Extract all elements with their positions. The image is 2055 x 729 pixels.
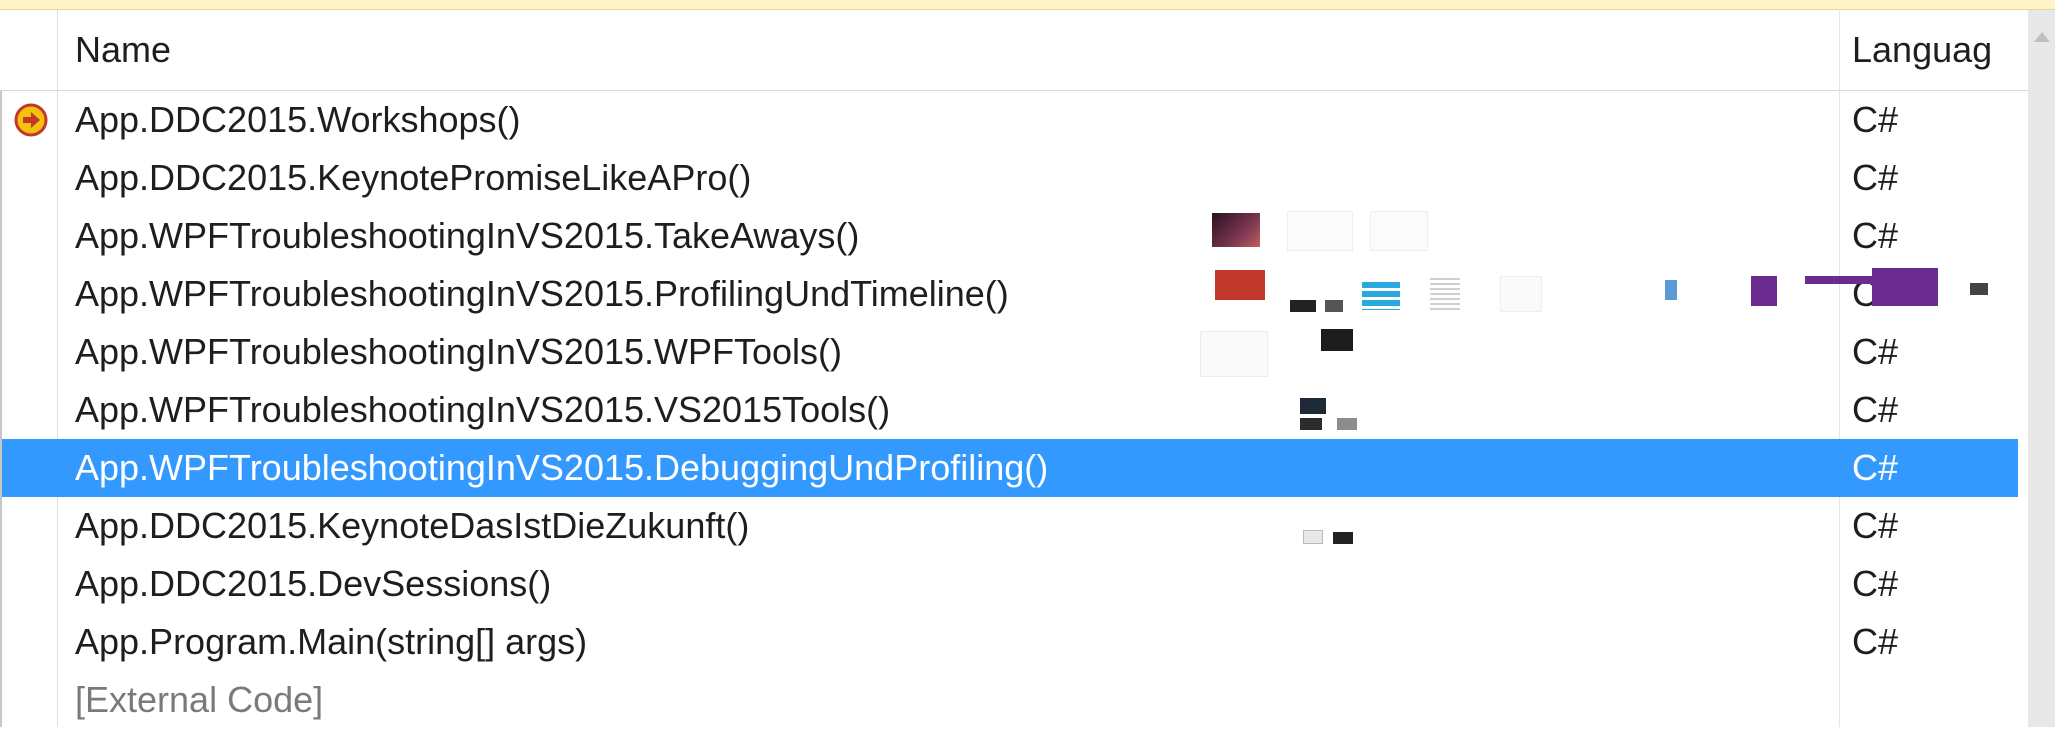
slide-thumbnail [1362,282,1400,310]
frame-language: C# [1852,447,1899,488]
frame-language: C# [1852,99,1899,140]
frame-name: App.WPFTroubleshootingInVS2015.VS2015Too… [75,389,891,430]
frame-language: C# [1852,331,1899,372]
slide-thumbnail [1751,276,1777,306]
call-stack-row-selected[interactable]: App.WPFTroubleshootingInVS2015.Debugging… [2,439,2018,497]
call-stack-row[interactable]: App.WPFTroubleshootingInVS2015.WPFTools(… [2,323,2018,381]
current-frame-arrow-icon [14,103,48,137]
call-stack-row-external[interactable]: [External Code] [2,671,2018,729]
call-stack-row[interactable]: App.DDC2015.KeynotePromiseLikeAPro() C# [2,149,2018,207]
frame-name: App.WPFTroubleshootingInVS2015.Profiling… [75,273,1009,314]
frame-name: App.Program.Main(string[] args) [75,621,588,662]
slide-thumbnail [1321,329,1353,351]
frame-name: [External Code] [75,679,324,720]
slide-thumbnail [1303,530,1323,544]
call-stack-row[interactable]: App.WPFTroubleshootingInVS2015.VS2015Too… [2,381,2018,439]
frame-name: App.WPFTroubleshootingInVS2015.WPFTools(… [75,331,843,372]
slide-thumbnail [1500,276,1542,312]
frame-name: App.DDC2015.KeynotePromiseLikeAPro() [75,157,752,198]
frame-language: C# [1852,215,1899,256]
slide-thumbnail [1970,283,1988,295]
slide-thumbnail [1325,300,1343,312]
slide-thumbnail [1200,331,1268,377]
slide-thumbnail [1337,418,1357,430]
slide-thumbnail [1872,268,1938,306]
slide-thumbnail [1300,418,1322,430]
frame-language: C# [1852,563,1899,604]
call-stack-row[interactable]: App.WPFTroubleshootingInVS2015.Profiling… [2,265,2018,323]
frame-name: App.WPFTroubleshootingInVS2015.Debugging… [75,447,1049,488]
call-stack-row[interactable]: App.DDC2015.KeynoteDasIstDieZukunft() C# [2,497,2018,555]
slide-thumbnail [1665,280,1677,300]
slide-thumbnail [1290,300,1316,312]
column-header-name[interactable]: Name [75,10,1825,90]
slide-thumbnail [1805,276,1875,284]
slide-thumbnail [1287,211,1353,251]
frame-language: C# [1852,621,1899,662]
column-header-language[interactable]: Languag [1852,10,2028,90]
column-header: Name Languag [0,10,2028,91]
call-stack-row[interactable]: App.DDC2015.DevSessions() C# [2,555,2018,613]
frame-name: App.DDC2015.Workshops() [75,99,521,140]
slide-thumbnail [1430,278,1460,312]
call-stack-row[interactable]: App.Program.Main(string[] args) C# [2,613,2018,671]
vertical-scrollbar[interactable] [2028,10,2055,727]
frame-name: App.WPFTroubleshootingInVS2015.TakeAways… [75,215,860,256]
info-bar-strip [0,0,2055,10]
slide-thumbnail [1370,211,1428,251]
call-stack-row[interactable]: App.DDC2015.Workshops() C# [2,91,2018,149]
slide-thumbnail [1300,398,1326,414]
scroll-up-arrow-icon[interactable] [2034,32,2050,42]
frame-language: C# [1852,157,1899,198]
slide-thumbnail [1212,213,1260,247]
slide-thumbnail [1215,270,1265,300]
frame-name: App.DDC2015.DevSessions() [75,563,552,604]
frame-language: C# [1852,505,1899,546]
frame-language: C# [1852,389,1899,430]
slide-thumbnail [1333,532,1353,544]
call-stack-row[interactable]: App.WPFTroubleshootingInVS2015.TakeAways… [2,207,2018,265]
frame-name: App.DDC2015.KeynoteDasIstDieZukunft() [75,505,750,546]
